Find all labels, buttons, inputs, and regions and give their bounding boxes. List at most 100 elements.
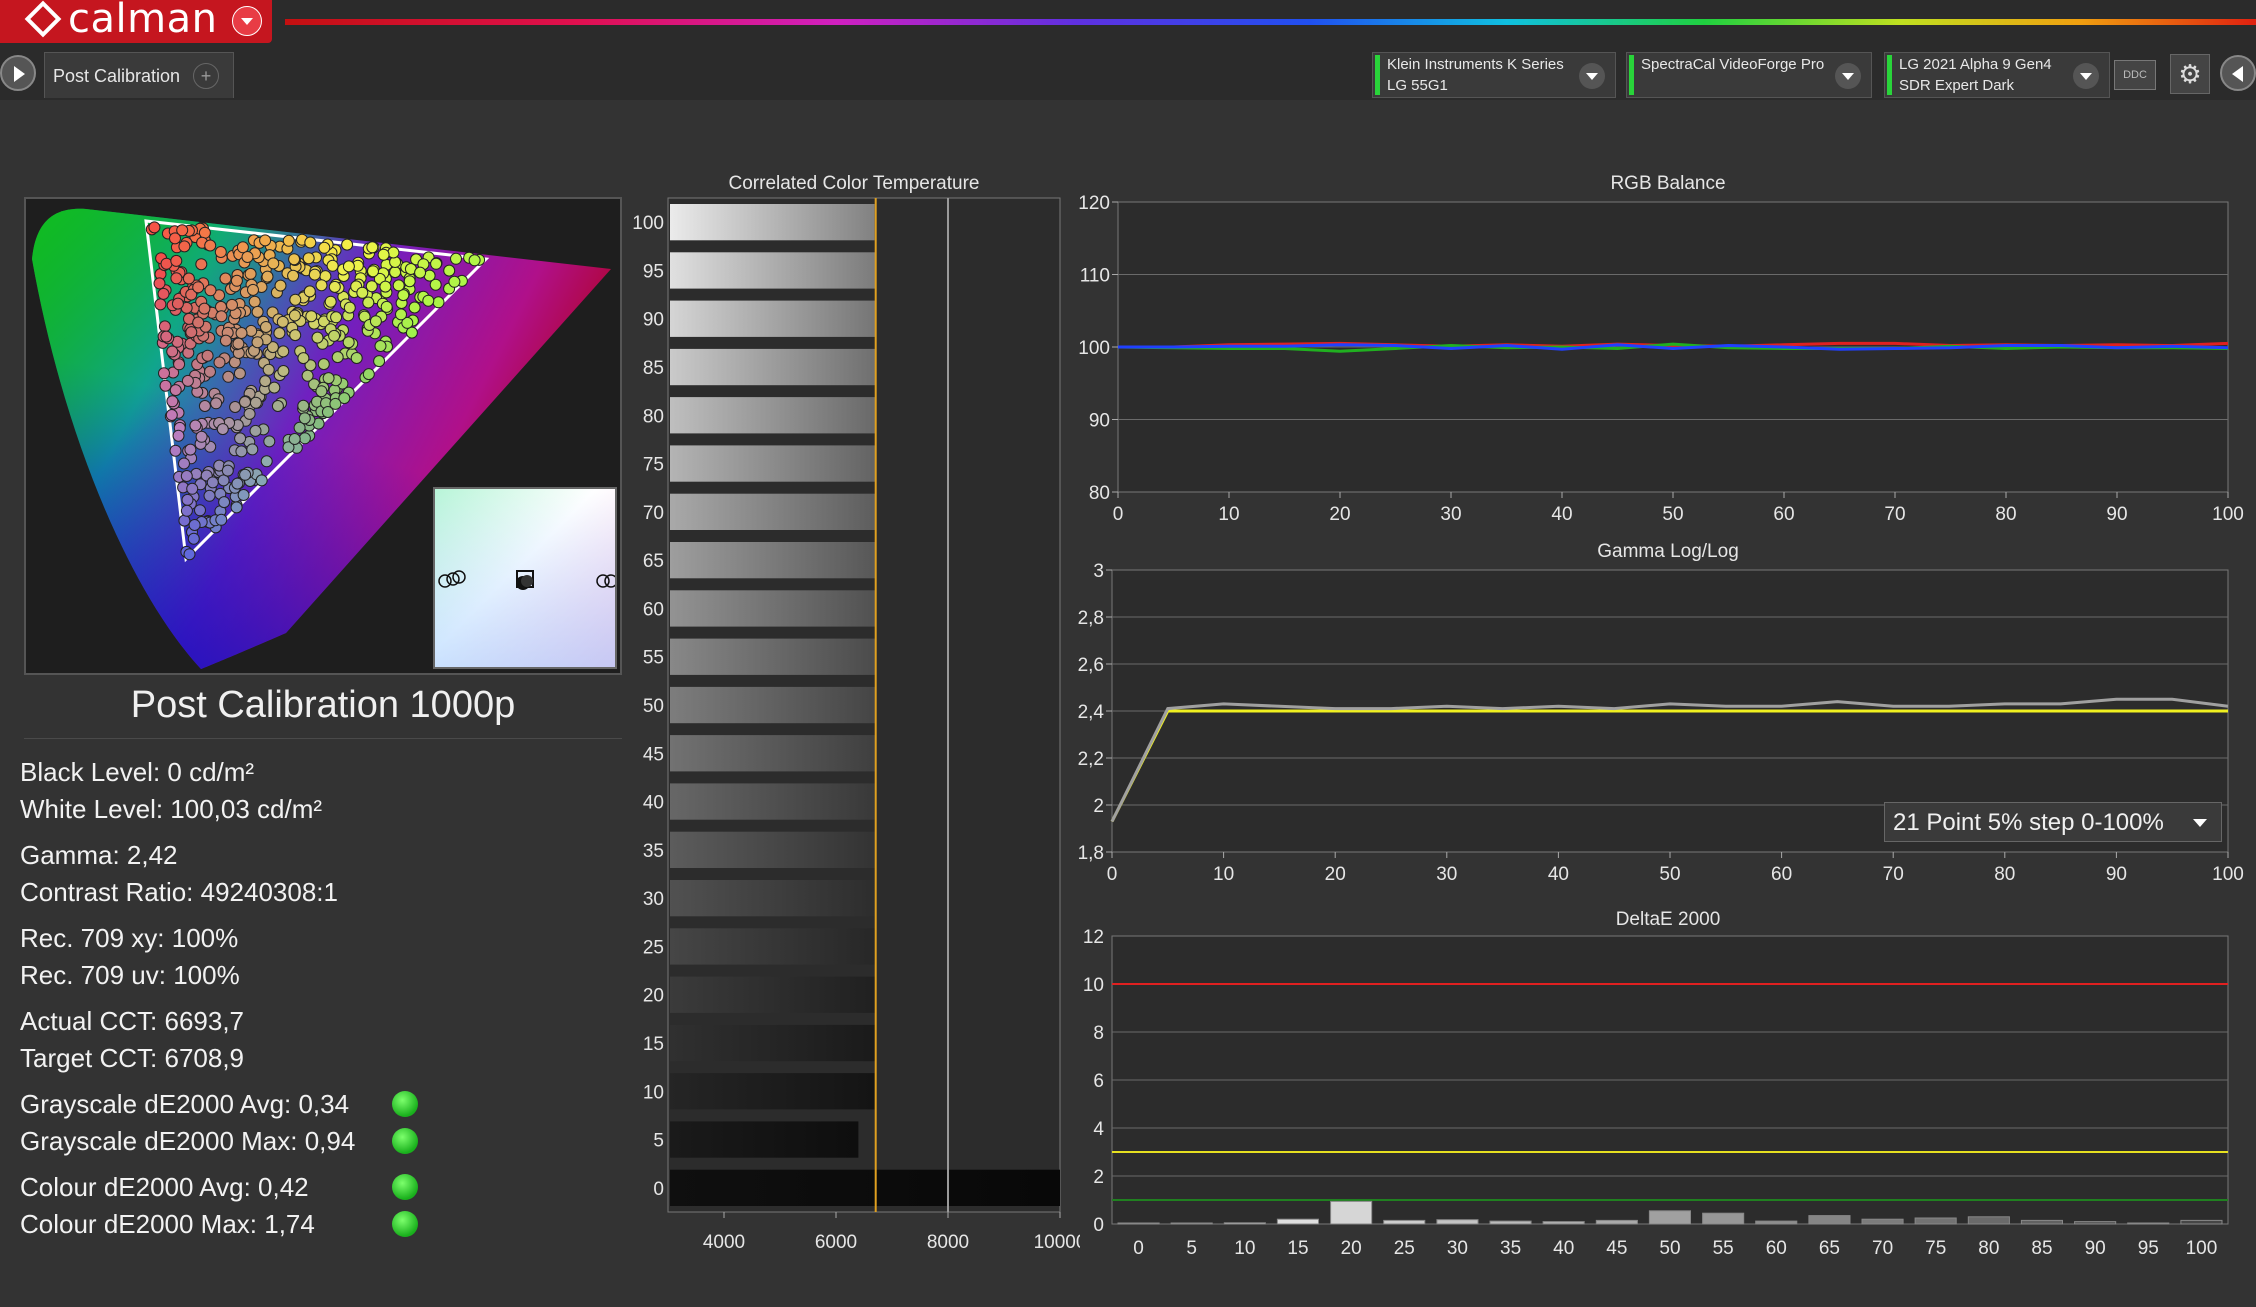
cct-x-tick-label: 4000	[703, 1232, 745, 1253]
gamut-point	[260, 321, 272, 333]
gamut-point	[263, 435, 276, 448]
gamut-point	[318, 241, 331, 254]
gamut-point	[287, 269, 300, 282]
tab-post-calibration[interactable]: Post Calibration +	[44, 52, 234, 98]
x-tick-label: 0	[1113, 504, 1124, 525]
gamut-point	[232, 337, 245, 350]
gamut-point	[189, 419, 202, 432]
tab-label: Post Calibration	[53, 66, 181, 86]
y-tick-label: 0	[1093, 1215, 1104, 1236]
x-tick-label: 40	[1553, 1238, 1574, 1258]
gamut-point	[180, 470, 193, 482]
deltae-bar	[1967, 1216, 2010, 1225]
cct-x-tick-label: 8000	[927, 1232, 969, 1253]
gamut-point	[387, 246, 400, 259]
rgb-balance-chart: 12011010090800 10 20 30 40 50 60 70 80 90 100	[1078, 193, 2244, 525]
gamut-point	[303, 285, 316, 298]
cct-chart-title: Correlated Color Temperature	[728, 173, 980, 194]
deltae-bar	[1808, 1215, 1851, 1225]
cct-bar	[670, 397, 876, 434]
connected-status-icon	[1375, 55, 1380, 95]
gamut-point	[210, 397, 223, 410]
gamut-point	[182, 272, 195, 285]
collapse-panel-icon[interactable]	[2220, 55, 2256, 91]
y-tick-label: 90	[1089, 411, 1110, 432]
x-tick-label: 45	[1606, 1238, 1627, 1258]
cct-y-tick-label: 65	[643, 551, 664, 572]
x-tick-label: 20	[1329, 504, 1350, 525]
gamut-point	[251, 305, 264, 318]
gamut-point	[392, 279, 405, 292]
play-icon[interactable]	[0, 55, 36, 91]
add-tab-icon[interactable]: +	[193, 63, 219, 89]
gamut-point	[241, 251, 254, 263]
y-tick-label: 120	[1078, 193, 1110, 214]
cct-y-tick-label: 0	[653, 1179, 664, 1200]
gamut-point	[328, 329, 341, 342]
y-tick-label: 80	[1089, 483, 1110, 504]
gamut-point	[311, 331, 324, 344]
x-tick-label: 0	[1107, 864, 1118, 885]
gamut-point	[302, 252, 315, 265]
calman-logo-icon	[24, 0, 62, 38]
gamut-point	[443, 264, 456, 277]
chevron-down-icon[interactable]	[1579, 63, 1605, 89]
deltae-bar	[1383, 1219, 1426, 1225]
y-tick-label: 110	[1080, 266, 1110, 287]
black-level: Black Level: 0 cd/m²	[20, 757, 255, 787]
cct-y-tick-label: 50	[643, 696, 664, 717]
x-tick-label: 80	[1995, 504, 2016, 525]
chevron-down-icon[interactable]	[232, 6, 262, 36]
gamut-point	[216, 423, 229, 436]
gear-icon[interactable]: ⚙	[2170, 54, 2210, 94]
gamut-point	[297, 399, 310, 412]
chevron-down-icon[interactable]	[2073, 63, 2099, 89]
x-tick-label: 70	[1883, 864, 1904, 885]
x-tick-label: 80	[1994, 864, 2015, 885]
gamut-point	[166, 395, 179, 408]
x-tick-label: 10	[1234, 1238, 1255, 1258]
gamut-point	[158, 320, 171, 333]
gamut-point	[230, 274, 243, 287]
gamut-point	[317, 358, 330, 371]
x-tick-label: 100	[2212, 504, 2244, 525]
gamut-point	[243, 407, 256, 420]
cct-bar	[670, 831, 876, 868]
gamut-point	[261, 270, 274, 283]
deltae-bar	[1436, 1219, 1479, 1225]
x-tick-label: 55	[1713, 1238, 1734, 1258]
series-select-value: 21 Point 5% step 0-100%	[1893, 809, 2164, 836]
gamut-point	[324, 295, 337, 308]
cct-y-tick-label: 35	[643, 841, 664, 862]
display-device-selector[interactable]: LG 2021 Alpha 9 Gen4 SDR Expert Dark	[1884, 52, 2110, 98]
gamut-point	[273, 327, 286, 340]
x-tick-label: 65	[1819, 1238, 1840, 1258]
gamut-point	[422, 294, 435, 307]
cct-y-tick-label: 20	[643, 986, 664, 1007]
generator-device-selector[interactable]: SpectraCal VideoForge Pro	[1626, 52, 1872, 98]
x-tick-label: 100	[2212, 864, 2244, 885]
app-menu-button[interactable]: calman	[0, 0, 272, 43]
cct-y-tick-label: 5	[653, 1131, 664, 1152]
gamut-point	[233, 367, 246, 380]
gamut-point	[315, 385, 328, 398]
gamut-point	[192, 316, 205, 329]
ddc-button[interactable]: DDC	[2114, 60, 2156, 90]
colour-de-avg: Colour dE2000 Avg: 0,42	[20, 1172, 309, 1202]
deltae-bar	[1330, 1200, 1373, 1225]
meter-device-selector[interactable]: Klein Instruments K Series LG 55G1	[1372, 52, 1616, 98]
chevron-down-icon[interactable]	[1835, 63, 1861, 89]
gamut-point	[181, 493, 194, 506]
gamut-point	[184, 443, 197, 456]
cct-bar	[670, 1073, 875, 1110]
x-tick-label: 20	[1341, 1238, 1362, 1258]
cct-bar	[670, 1024, 877, 1062]
gamut-point	[239, 396, 251, 408]
gamut-point	[178, 457, 190, 470]
cct-bar	[670, 445, 876, 482]
cct-bar	[670, 493, 876, 530]
gamut-point	[362, 296, 375, 309]
deltae-bar	[2020, 1219, 2064, 1225]
x-tick-label: 40	[1551, 504, 1572, 525]
series-select[interactable]: 21 Point 5% step 0-100%	[1884, 802, 2222, 842]
